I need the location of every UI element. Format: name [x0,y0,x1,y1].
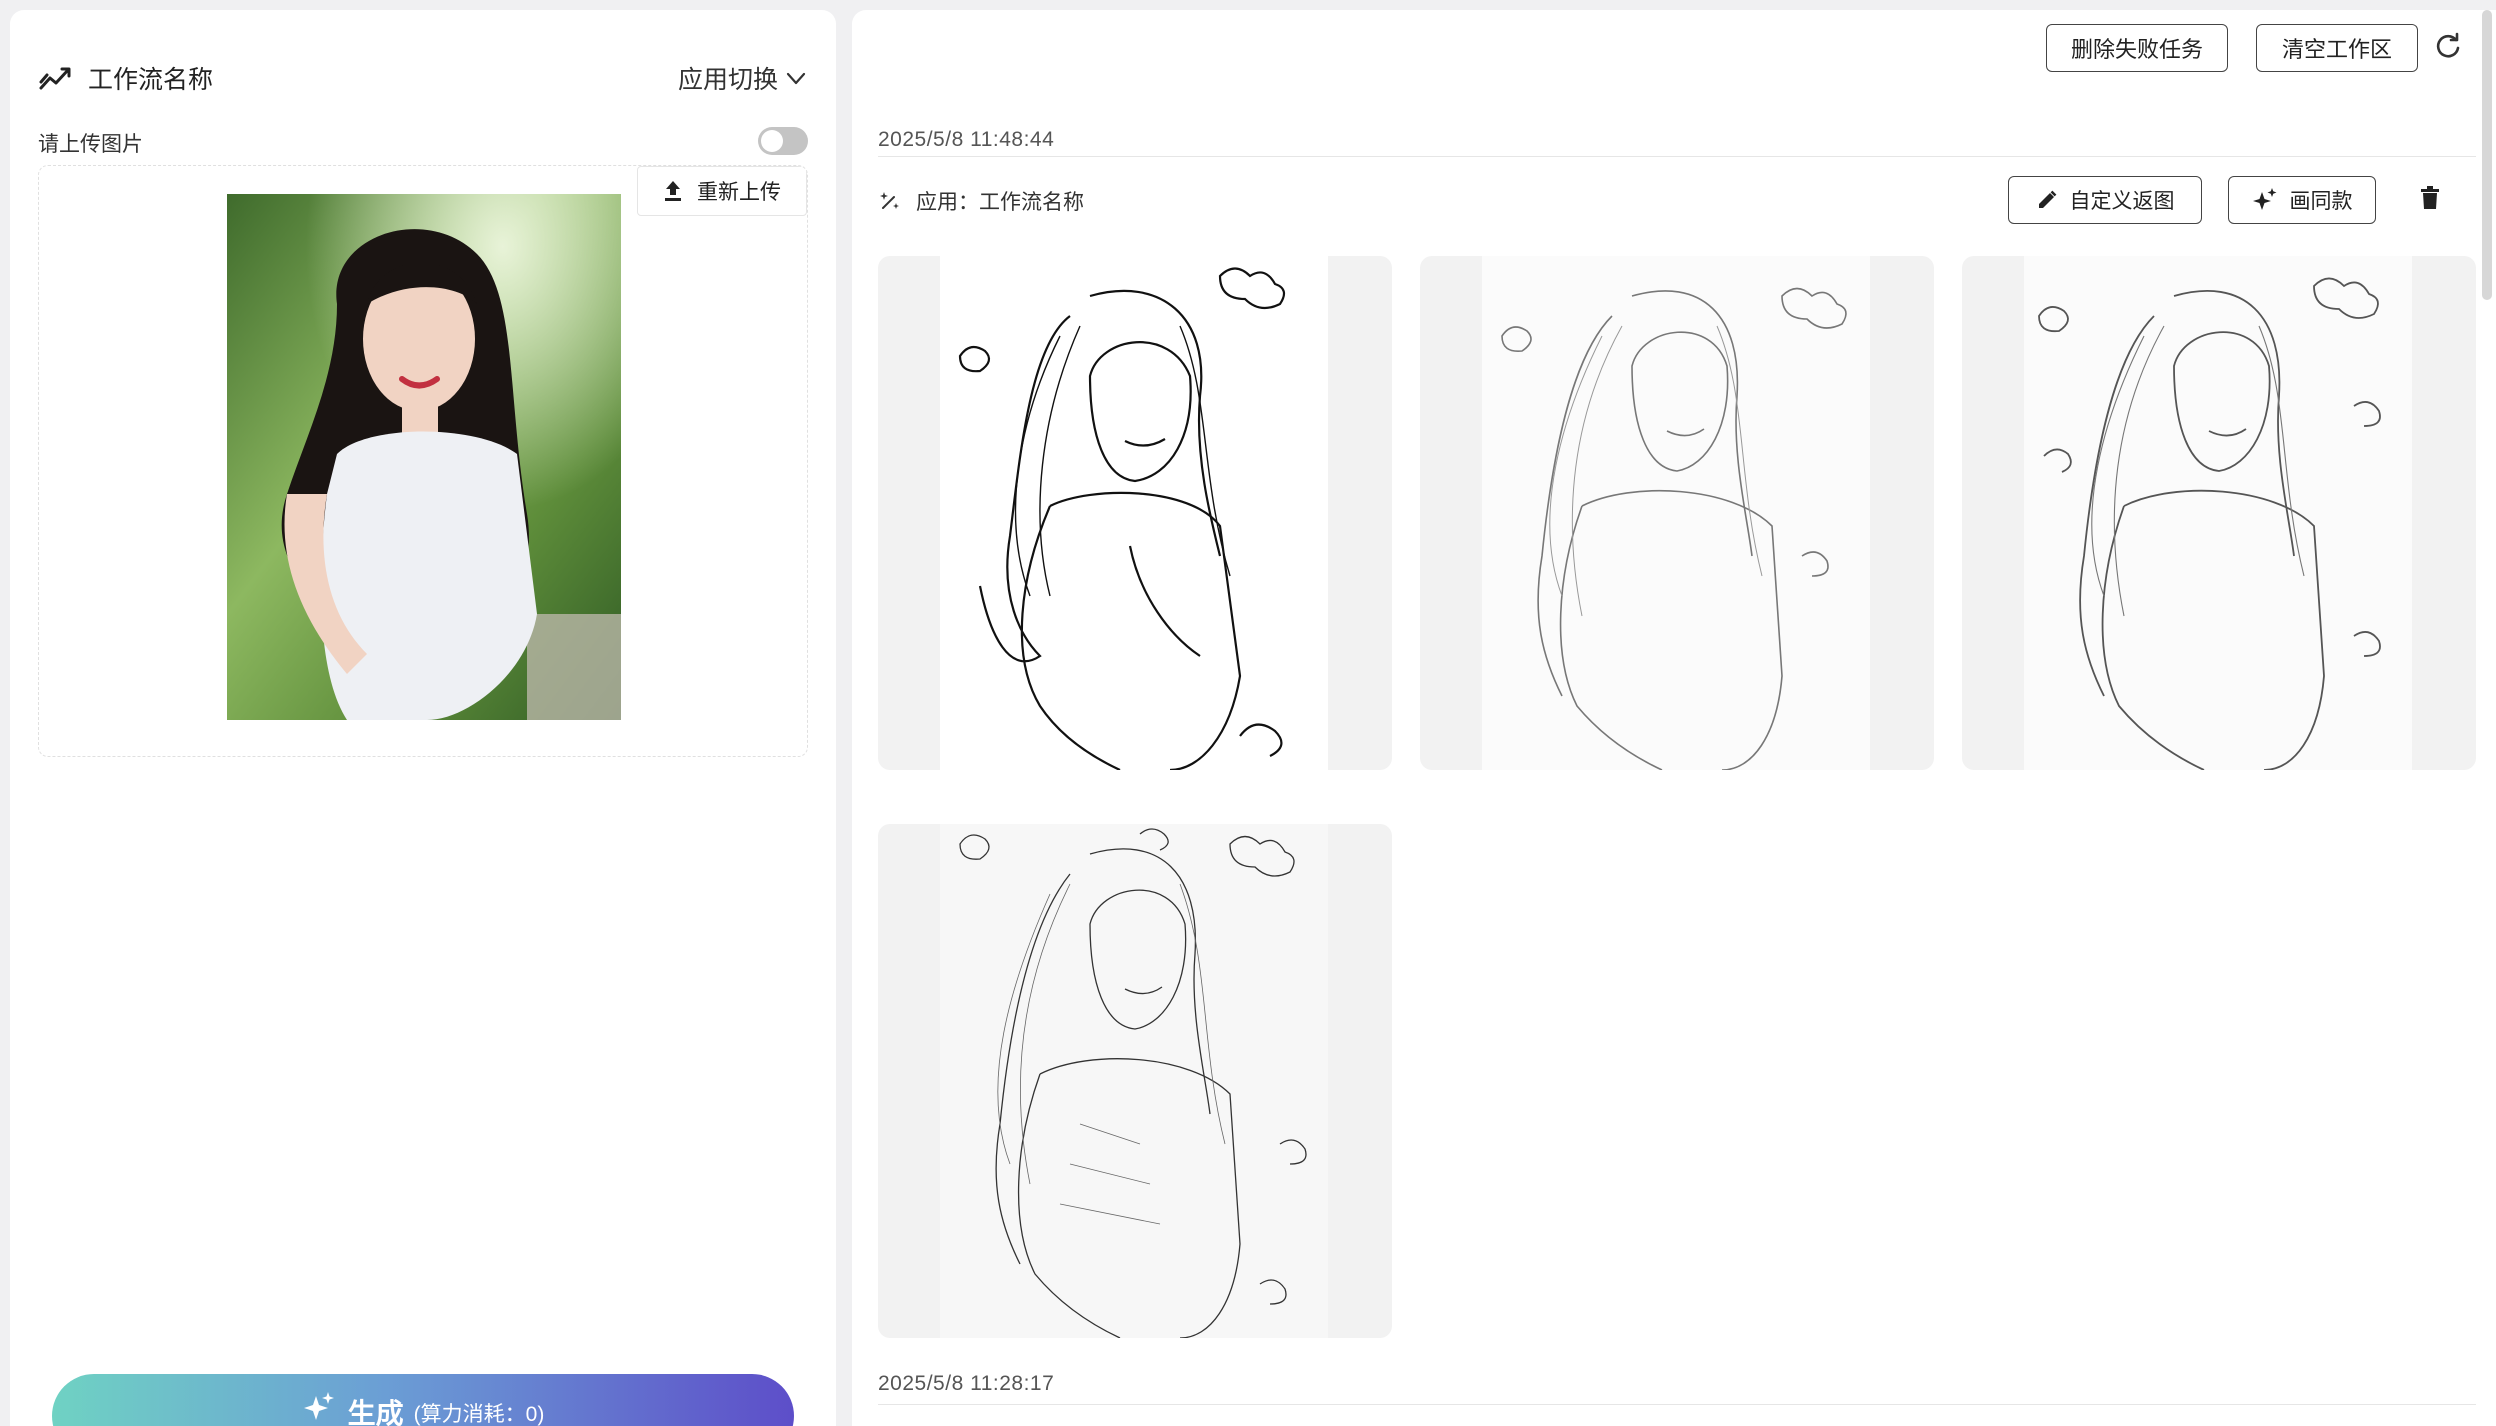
same-style-label: 画同款 [2289,190,2353,213]
uploaded-photo [227,194,621,720]
upload-toggle[interactable] [758,127,808,155]
task-timestamp: 2025/5/8 11:28:17 [878,1372,1055,1395]
result-card[interactable] [878,256,1392,770]
sketch-image [2024,256,2412,770]
result-card[interactable] [1962,256,2476,770]
trash-icon[interactable] [2420,186,2440,210]
app-switch-label: 应用切换 [677,66,778,94]
sketch-image [1482,256,1870,770]
result-card[interactable] [1420,256,1934,770]
app-switch-dropdown[interactable]: 应用切换 [678,58,808,98]
workflow-trend-icon [39,67,71,90]
task-app-line: 应用：工作流名称 [878,186,1084,216]
result-card[interactable] [878,824,1392,1338]
clear-workspace-label: 清空工作区 [2281,37,2392,62]
custom-return-button[interactable]: 自定义返图 [2008,176,2202,224]
reupload-button[interactable]: 重新上传 [637,166,807,216]
task-timestamp: 2025/5/8 11:48:44 [878,128,1055,151]
custom-return-label: 自定义返图 [2069,190,2175,213]
delete-failed-label: 删除失败任务 [2070,37,2203,62]
sparkle-icon [303,1392,334,1420]
scrollbar[interactable] [2482,10,2492,300]
chevron-down-icon [786,72,806,85]
pencil-icon [2038,190,2056,208]
delete-failed-tasks-button[interactable]: 删除失败任务 [2046,24,2228,72]
sketch-image [940,256,1328,770]
refresh-icon[interactable] [2434,32,2462,60]
generate-cost: (算力消耗：0) [413,1403,545,1426]
reupload-label: 重新上传 [697,181,781,204]
upload-icon [665,181,681,201]
divider [878,1404,2476,1405]
workflow-title: 工作流名称 [88,66,214,94]
magic-wand-icon [880,192,899,209]
generate-button[interactable]: 生成 (算力消耗：0) [52,1374,794,1426]
upload-label: 请上传图片 [38,133,143,156]
left-panel: 工作流名称 应用切换 请上传图片 重新上传 生成 (算力消耗：0) [10,10,836,1426]
right-panel: 删除失败任务 清空工作区 2025/5/8 11:48:44 应用：工作流名称 … [852,10,2496,1426]
task-app-text: 应用：工作流名称 [916,191,1084,214]
upload-area[interactable]: 重新上传 [38,165,808,757]
generate-label: 生成 [347,1398,404,1426]
sketch-image [940,824,1328,1338]
divider [878,156,2476,157]
clear-workspace-button[interactable]: 清空工作区 [2256,24,2418,72]
workflow-header: 工作流名称 应用切换 [38,58,808,98]
sparkle-icon [2252,188,2276,210]
same-style-button[interactable]: 画同款 [2228,176,2376,224]
